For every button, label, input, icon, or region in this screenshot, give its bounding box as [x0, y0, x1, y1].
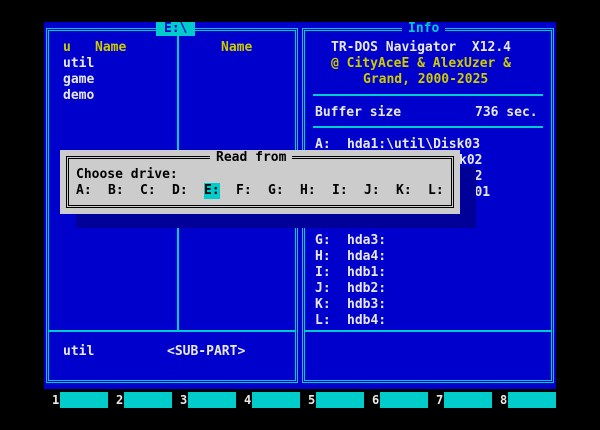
- fkey-label-bar: [60, 392, 108, 408]
- dialog-title: Read from: [210, 150, 293, 166]
- buffer-size-label: Buffer size: [315, 105, 402, 120]
- left-panel-footer-divider: [49, 330, 295, 332]
- drive-option-a[interactable]: A:: [76, 183, 92, 199]
- drive-path: hda4:: [347, 249, 387, 264]
- drive-path: hdb3:: [347, 297, 387, 312]
- drive-option-d[interactable]: D:: [172, 183, 188, 199]
- fkey-label-bar: [444, 392, 492, 408]
- drive-option-f[interactable]: F:: [236, 183, 252, 199]
- fkey-4[interactable]: 4: [244, 392, 300, 408]
- file-item[interactable]: util: [63, 56, 94, 72]
- drive-letter: H:: [315, 249, 331, 264]
- fkey-label-bar: [508, 392, 556, 408]
- fkey-8[interactable]: 8: [500, 392, 556, 408]
- dialog-prompt: Choose drive:: [76, 167, 178, 182]
- drive-letter: G:: [315, 233, 331, 248]
- drive-option-c[interactable]: C:: [140, 183, 156, 199]
- drive-option-e-selected[interactable]: E:: [204, 183, 220, 199]
- fkey-number: 2: [116, 393, 124, 407]
- function-key-bar: 1 2 3 4 5 6 7 8: [52, 392, 556, 408]
- info-divider: [313, 126, 543, 128]
- fkey-label-bar: [188, 392, 236, 408]
- fkey-label-bar: [316, 392, 364, 408]
- footer-file-name: util: [63, 344, 95, 359]
- drive-option-k[interactable]: K:: [396, 183, 412, 199]
- app-credits-year: Grand, 2000-2025: [363, 72, 489, 87]
- fkey-2[interactable]: 2: [116, 392, 172, 408]
- app-title: TR-DOS Navigator X12.4: [331, 40, 512, 55]
- fkey-6[interactable]: 6: [372, 392, 428, 408]
- drive-path: hdb4:: [347, 313, 387, 328]
- drive-option-g[interactable]: G:: [268, 183, 284, 199]
- footer-file-type: <SUB-PART>: [167, 344, 246, 359]
- left-panel-title: E:\: [156, 22, 196, 36]
- drive-option-i[interactable]: I:: [332, 183, 348, 199]
- fkey-label-bar: [124, 392, 172, 408]
- fkey-number: 4: [244, 393, 252, 407]
- fkey-number: 5: [308, 393, 316, 407]
- file-item[interactable]: game: [63, 72, 94, 88]
- drive-path: hda3:: [347, 233, 387, 248]
- fkey-number: 3: [180, 393, 188, 407]
- drive-option-l[interactable]: L:: [428, 183, 444, 199]
- fkey-number: 7: [436, 393, 444, 407]
- fkey-3[interactable]: 3: [180, 392, 236, 408]
- drive-option-b[interactable]: B:: [108, 183, 124, 199]
- drive-letter: L:: [315, 313, 331, 328]
- fkey-7[interactable]: 7: [436, 392, 492, 408]
- app-credits: @ CityAceE & AlexUzer &: [331, 56, 512, 71]
- drive-letter: I:: [315, 265, 331, 280]
- column-header-name-1: Name: [95, 40, 127, 55]
- drive-letter: J:: [315, 281, 331, 296]
- right-panel-footer-divider: [305, 330, 551, 332]
- fkey-number: 1: [52, 393, 60, 407]
- fkey-1[interactable]: 1: [52, 392, 108, 408]
- read-from-dialog: Read from Choose drive: A: B: C: D: E: F…: [60, 150, 460, 214]
- fkey-label-bar: [380, 392, 428, 408]
- file-item[interactable]: demo: [63, 88, 94, 104]
- fkey-number: 6: [372, 393, 380, 407]
- right-panel-title: Info: [402, 22, 446, 36]
- buffer-size-value: 736 sec.: [475, 105, 538, 120]
- fkey-label-bar: [252, 392, 300, 408]
- column-header-name-2: Name: [221, 40, 253, 55]
- fkey-number: 8: [500, 393, 508, 407]
- fkey-5[interactable]: 5: [308, 392, 364, 408]
- info-divider: [313, 94, 543, 96]
- drive-path: hdb1:: [347, 265, 387, 280]
- drive-letter: K:: [315, 297, 331, 312]
- dialog-shadow: [76, 214, 476, 228]
- drive-path: hdb2:: [347, 281, 387, 296]
- drive-option-j[interactable]: J:: [364, 183, 380, 199]
- selection-mark: u: [63, 40, 71, 55]
- dialog-shadow: [460, 166, 476, 216]
- drive-option-h[interactable]: H:: [300, 183, 316, 199]
